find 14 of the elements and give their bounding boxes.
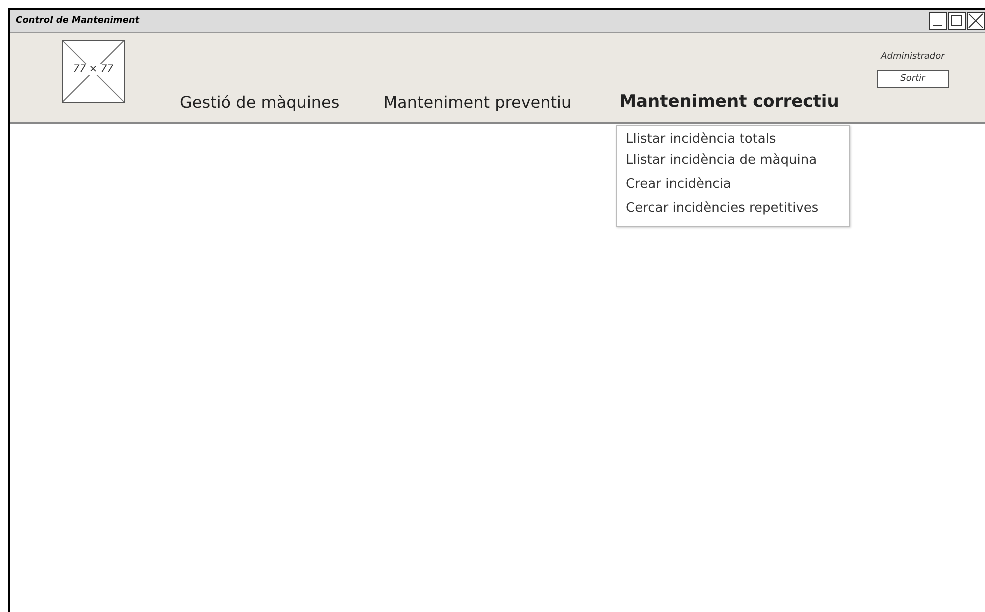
nav-tab[interactable]: Gestió de màquines [180,93,340,112]
menu-item[interactable]: Cercar incidències repetitives [617,196,849,220]
menu-item[interactable]: Llistar incidència de màquina [617,151,849,172]
placeholder-label: 77 × 77 [72,64,115,75]
nav-tab[interactable]: Manteniment correctiu [620,92,840,112]
logout-button[interactable]: Sortir [877,70,949,88]
minimize-icon[interactable] [929,12,947,30]
close-icon[interactable] [967,12,985,30]
window-title: Control de Manteniment [16,16,140,26]
menu-item[interactable]: Llistar incidència totals [617,130,849,151]
menu-item[interactable]: Crear incidència [617,172,849,196]
maximize-icon[interactable] [948,12,966,30]
nav-tab[interactable]: Manteniment preventiu [384,93,572,112]
user-name: Administrador [881,52,945,62]
